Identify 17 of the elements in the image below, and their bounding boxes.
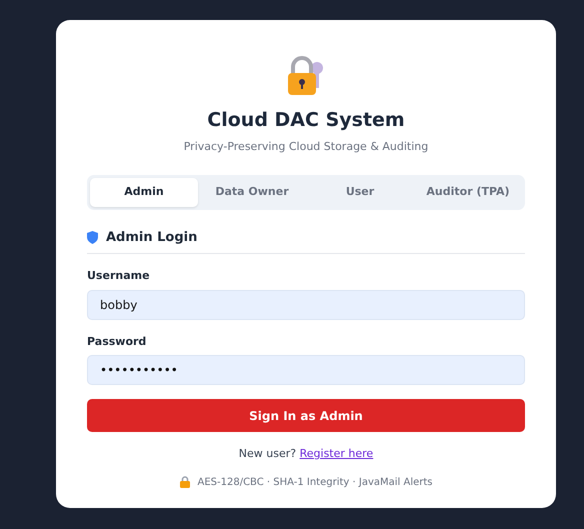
app-title: Cloud DAC System [206,108,406,133]
role-tab[interactable]: Auditor (TPA) [414,178,522,206]
role-tab[interactable]: User [306,178,414,206]
input-field[interactable]: ••••••••••• [87,355,525,385]
footer-note: AES-128/CBC · SHA-1 Integrity · JavaMail Alerts [198,476,432,490]
field-label: Username [87,268,151,284]
section-title: Admin Login [106,228,198,246]
register-link[interactable]: Register here [300,447,374,460]
field-label: Password [87,334,148,350]
sign-in-button[interactable]: Sign In as Admin [87,399,525,432]
padlock-icon [180,476,190,488]
app-subtitle: Privacy-Preserving Cloud Storage & Auditing [182,138,430,154]
role-tab[interactable]: Data Owner [198,178,306,206]
input-field[interactable]: bobby [87,290,525,320]
register-prompt: New user? Register here [238,446,374,462]
role-tab[interactable]: Admin [90,178,198,206]
shield-icon [87,230,98,244]
